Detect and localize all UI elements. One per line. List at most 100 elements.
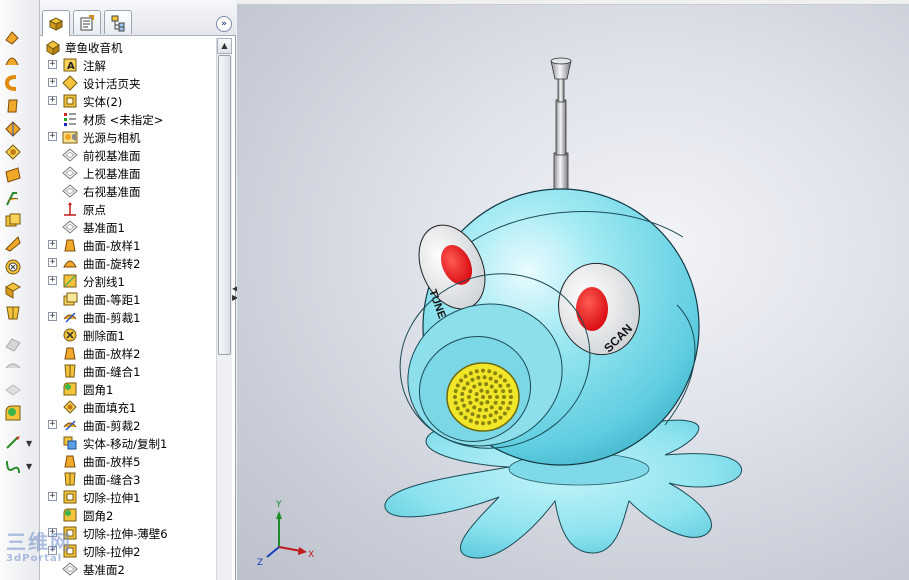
tree-item-label: 曲面-缝合1 bbox=[83, 365, 141, 379]
tree-item[interactable]: 右视基准面 bbox=[40, 182, 216, 200]
tree-item[interactable]: + 设计活页夹 bbox=[40, 74, 216, 92]
speaker-hole bbox=[498, 383, 503, 388]
speaker-hole bbox=[459, 378, 464, 383]
lofted-surface-icon bbox=[7, 99, 18, 113]
speaker-hole bbox=[506, 383, 511, 388]
speaker-hole bbox=[502, 411, 507, 416]
expand-toggle[interactable]: + bbox=[48, 420, 57, 429]
thicken-icon bbox=[5, 213, 21, 227]
extend-surface-button[interactable] bbox=[2, 280, 24, 300]
speaker-hole bbox=[498, 374, 503, 379]
tree-item[interactable]: 曲面-等距1 bbox=[40, 290, 216, 308]
tree-item[interactable]: + 曲面-剪裁1 bbox=[40, 308, 216, 326]
curves-button[interactable] bbox=[2, 456, 24, 476]
tree-item[interactable]: 基准面1 bbox=[40, 218, 216, 236]
tab-feature-tree[interactable] bbox=[42, 10, 70, 36]
tree-item[interactable]: 删除面1 bbox=[40, 326, 216, 344]
tree-item-label: 切除-拉伸1 bbox=[83, 491, 141, 505]
expand-toggle[interactable]: + bbox=[48, 258, 57, 267]
tree-item[interactable]: 圆角2 bbox=[40, 506, 216, 524]
speaker-hole bbox=[462, 386, 467, 391]
expand-toggle[interactable]: + bbox=[48, 96, 57, 105]
tree-item[interactable]: 上视基准面 bbox=[40, 164, 216, 182]
reference-geometry-button[interactable] bbox=[2, 433, 24, 453]
planar-surface-button[interactable] bbox=[2, 165, 24, 185]
tree-item-label: 曲面-放样1 bbox=[83, 239, 141, 253]
revolved-surface-button[interactable] bbox=[2, 50, 24, 70]
tree-item-label: 曲面-旋转2 bbox=[83, 257, 141, 271]
fillet-surface-button[interactable] bbox=[2, 403, 24, 423]
tree-item-label: 基准面1 bbox=[83, 221, 125, 235]
tree-item-label: 圆角2 bbox=[83, 509, 114, 523]
tree-item[interactable]: 实体-移动/复制1 bbox=[40, 434, 216, 452]
expand-toggle[interactable]: + bbox=[48, 60, 57, 69]
tree-item[interactable]: + 曲面-旋转2 bbox=[40, 254, 216, 272]
speaker-hole bbox=[460, 397, 465, 402]
boundary-surface-button[interactable] bbox=[2, 119, 24, 139]
tab-property-manager[interactable] bbox=[73, 10, 101, 34]
tree-item[interactable]: + 曲面-剪裁2 bbox=[40, 416, 216, 434]
delete-face-button[interactable] bbox=[2, 257, 24, 277]
knit-surface-icon bbox=[6, 306, 20, 320]
tree-item[interactable]: + 曲面-放样1 bbox=[40, 236, 216, 254]
dropdown-caret-icon[interactable]: ▼ bbox=[26, 439, 32, 448]
fillet-icon bbox=[62, 381, 78, 397]
tree-item[interactable]: 曲面-缝合3 bbox=[40, 470, 216, 488]
collapse-panel-button[interactable]: » bbox=[216, 16, 232, 32]
tree-item[interactable]: 材质 <未指定> bbox=[40, 110, 216, 128]
delete-face-icon bbox=[5, 259, 21, 275]
triad-z-label: Z bbox=[257, 558, 263, 568]
tree-item[interactable]: 前视基准面 bbox=[40, 146, 216, 164]
filled-surface-button[interactable] bbox=[2, 142, 24, 162]
feature-manager-panel: » 章鱼收音机 + A 注解 + 设计活页夹 + 实体(2) 材质 <未指定> + 光源与相机 前视基… bbox=[40, 0, 236, 580]
tree-item-label: 材质 <未指定> bbox=[83, 113, 164, 127]
tree-item-label: 圆角1 bbox=[83, 383, 114, 397]
watermark-sub: 3dPortal bbox=[6, 553, 63, 564]
speaker-hole bbox=[482, 375, 487, 380]
speaker-hole bbox=[488, 376, 493, 381]
tree-item[interactable]: + A 注解 bbox=[40, 56, 216, 74]
tree-item[interactable]: 曲面-放样5 bbox=[40, 452, 216, 470]
tab-configuration-manager[interactable] bbox=[104, 10, 132, 34]
extruded-surface-button[interactable] bbox=[2, 27, 24, 47]
view-triad: Y X Z bbox=[257, 500, 314, 568]
dropdown-caret-icon[interactable]: ▼ bbox=[26, 462, 32, 471]
cut-with-surface-disabled-button[interactable] bbox=[2, 380, 24, 400]
speaker-hole bbox=[463, 415, 468, 420]
tree-item[interactable]: + 分割线1 bbox=[40, 272, 216, 290]
tree-item[interactable]: 曲面-放样2 bbox=[40, 344, 216, 362]
lofted-surface-button[interactable] bbox=[2, 96, 24, 116]
tree-item[interactable]: 原点 bbox=[40, 200, 216, 218]
thicken-button[interactable] bbox=[2, 211, 24, 231]
expand-toggle[interactable]: + bbox=[48, 276, 57, 285]
swept-surface-button[interactable] bbox=[2, 73, 24, 93]
surface-offset-icon bbox=[62, 291, 78, 307]
ruled-surface-button[interactable] bbox=[2, 234, 24, 254]
design-binder-icon bbox=[62, 75, 78, 91]
tree-item[interactable]: + 实体(2) bbox=[40, 92, 216, 110]
knit-surface-button[interactable] bbox=[2, 303, 24, 323]
expand-toggle[interactable]: + bbox=[48, 240, 57, 249]
untrim-surface-disabled-button[interactable] bbox=[2, 357, 24, 377]
cut-extrude-icon bbox=[62, 489, 78, 505]
trim-surface-disabled-button[interactable] bbox=[2, 334, 24, 354]
graphics-viewport[interactable]: TUNE SCAN Y X Z bbox=[237, 4, 909, 580]
expand-toggle[interactable]: + bbox=[48, 132, 57, 141]
tree-item[interactable]: 圆角1 bbox=[40, 380, 216, 398]
tree-root-part[interactable]: 章鱼收音机 bbox=[40, 38, 216, 56]
tree-item[interactable]: 曲面-缝合1 bbox=[40, 362, 216, 380]
tree-item[interactable]: + 光源与相机 bbox=[40, 128, 216, 146]
scroll-up-arrow[interactable]: ▲ bbox=[217, 38, 232, 54]
tree-item[interactable]: + 切除-拉伸1 bbox=[40, 488, 216, 506]
expand-toggle[interactable]: + bbox=[48, 312, 57, 321]
speaker-hole bbox=[506, 406, 511, 411]
tree-item[interactable]: 曲面填充1 bbox=[40, 398, 216, 416]
scroll-thumb[interactable] bbox=[218, 55, 231, 355]
part-icon bbox=[44, 39, 60, 55]
offset-surface-button[interactable] bbox=[2, 188, 24, 208]
surface-loft-icon bbox=[62, 345, 78, 361]
plane-icon bbox=[62, 183, 78, 199]
expand-toggle[interactable]: + bbox=[48, 78, 57, 87]
feature-tree-scrollbar[interactable]: ▲ bbox=[216, 38, 232, 580]
expand-toggle[interactable]: + bbox=[48, 492, 57, 501]
